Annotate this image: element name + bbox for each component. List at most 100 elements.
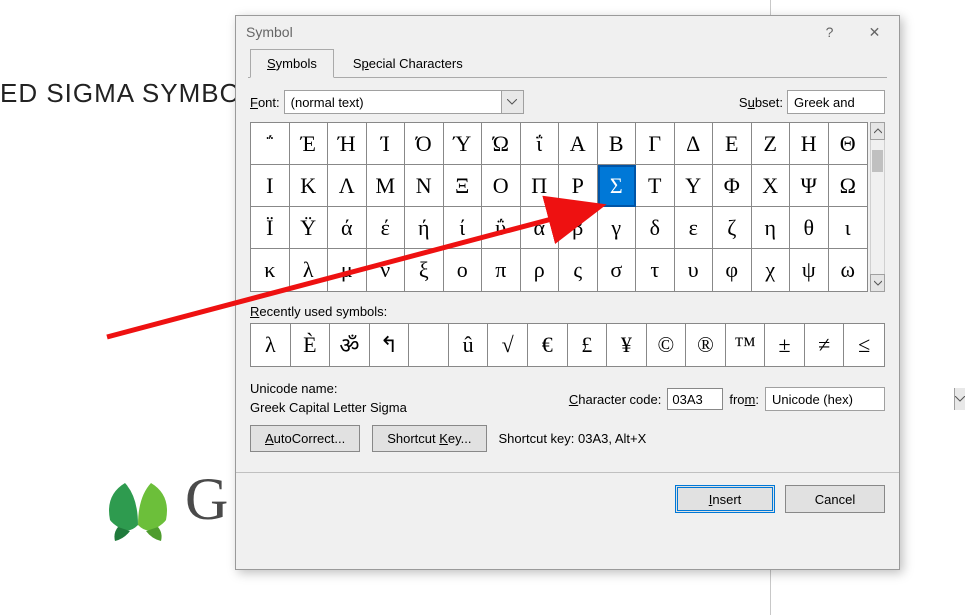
symbol-cell[interactable]: Ε — [713, 123, 752, 165]
symbol-cell[interactable]: Ύ — [444, 123, 483, 165]
tab-special-characters[interactable]: Special Characters — [336, 49, 480, 78]
symbol-cell[interactable]: ΰ — [482, 207, 521, 249]
symbol-cell[interactable]: ν — [367, 249, 406, 291]
symbol-cell[interactable]: υ — [675, 249, 714, 291]
symbol-cell[interactable]: Έ — [290, 123, 329, 165]
symbol-cell[interactable]: ι — [829, 207, 868, 249]
grid-scrollbar[interactable] — [870, 122, 885, 292]
symbol-cell[interactable]: ί — [444, 207, 483, 249]
autocorrect-button[interactable]: AutoCorrect... — [250, 425, 360, 452]
symbol-cell[interactable]: ψ — [790, 249, 829, 291]
symbol-cell[interactable]: η — [752, 207, 791, 249]
symbol-cell[interactable]: γ — [598, 207, 637, 249]
symbol-cell[interactable]: ω — [829, 249, 868, 291]
symbol-cell[interactable]: Χ — [752, 165, 791, 207]
symbol-cell[interactable]: Τ — [636, 165, 675, 207]
symbol-cell[interactable]: Ϋ — [290, 207, 329, 249]
symbol-cell[interactable]: Δ — [675, 123, 714, 165]
insert-button[interactable]: Insert — [675, 485, 775, 513]
symbol-cell[interactable]: Γ — [636, 123, 675, 165]
scroll-down-button[interactable] — [870, 274, 885, 292]
help-button[interactable]: ? — [807, 17, 852, 47]
recent-symbol-cell[interactable]: ≤ — [844, 324, 884, 366]
font-input[interactable] — [285, 91, 501, 113]
symbol-cell[interactable]: Ζ — [752, 123, 791, 165]
symbol-cell[interactable]: λ — [290, 249, 329, 291]
symbol-cell[interactable]: ή — [405, 207, 444, 249]
symbol-cell[interactable]: π — [482, 249, 521, 291]
symbol-cell[interactable]: Ϊ — [251, 207, 290, 249]
recent-symbol-cell[interactable]: ® — [686, 324, 726, 366]
symbol-cell[interactable]: Ψ — [790, 165, 829, 207]
symbol-cell[interactable]: Μ — [367, 165, 406, 207]
symbol-cell[interactable]: ζ — [713, 207, 752, 249]
from-input[interactable] — [766, 388, 954, 410]
recent-symbol-cell[interactable]: ॐ — [330, 324, 370, 366]
character-code-input[interactable] — [667, 388, 723, 410]
symbol-cell[interactable]: ρ — [521, 249, 560, 291]
subset-combo[interactable] — [787, 90, 885, 114]
shortcut-key-button[interactable]: Shortcut Key... — [372, 425, 486, 452]
symbol-cell[interactable]: Ω — [829, 165, 868, 207]
recent-symbol-cell[interactable]: û — [449, 324, 489, 366]
recent-symbol-cell[interactable]: λ — [251, 324, 291, 366]
symbol-cell[interactable]: ΅ — [251, 123, 290, 165]
symbol-cell[interactable]: β — [559, 207, 598, 249]
symbol-cell[interactable]: ά — [328, 207, 367, 249]
symbol-cell[interactable]: ΐ — [521, 123, 560, 165]
symbol-cell[interactable]: μ — [328, 249, 367, 291]
recent-symbol-cell[interactable]: £ — [568, 324, 608, 366]
symbol-cell[interactable]: Α — [559, 123, 598, 165]
close-button[interactable]: ✕ — [852, 17, 897, 47]
symbol-cell[interactable]: Ή — [328, 123, 367, 165]
symbol-cell[interactable]: Ί — [367, 123, 406, 165]
symbol-cell[interactable]: ε — [675, 207, 714, 249]
subset-input[interactable] — [788, 91, 966, 113]
symbol-cell[interactable]: Φ — [713, 165, 752, 207]
recent-symbol-cell[interactable]: È — [291, 324, 331, 366]
symbol-cell[interactable]: Σ — [598, 165, 637, 207]
symbol-cell[interactable]: Ι — [251, 165, 290, 207]
recent-symbol-cell[interactable] — [409, 324, 449, 366]
symbol-cell[interactable]: ς — [559, 249, 598, 291]
recent-symbol-cell[interactable]: ≠ — [805, 324, 845, 366]
recent-symbol-cell[interactable]: © — [647, 324, 687, 366]
title-bar[interactable]: Symbol ? ✕ — [236, 16, 899, 48]
recent-symbol-cell[interactable]: √ — [488, 324, 528, 366]
recent-symbol-cell[interactable]: ¥ — [607, 324, 647, 366]
scroll-up-button[interactable] — [870, 122, 885, 140]
symbol-cell[interactable]: α — [521, 207, 560, 249]
symbol-cell[interactable]: Θ — [829, 123, 868, 165]
symbol-cell[interactable]: θ — [790, 207, 829, 249]
recent-symbol-cell[interactable]: ™ — [726, 324, 766, 366]
symbol-cell[interactable]: Β — [598, 123, 637, 165]
symbol-cell[interactable]: Λ — [328, 165, 367, 207]
chevron-down-icon[interactable] — [501, 91, 523, 113]
symbol-cell[interactable]: χ — [752, 249, 791, 291]
symbol-cell[interactable]: Κ — [290, 165, 329, 207]
symbol-cell[interactable]: Υ — [675, 165, 714, 207]
symbol-cell[interactable]: Π — [521, 165, 560, 207]
font-combo[interactable] — [284, 90, 524, 114]
symbol-cell[interactable]: Ν — [405, 165, 444, 207]
chevron-down-icon[interactable] — [954, 388, 965, 410]
scroll-track[interactable] — [870, 140, 885, 274]
symbol-cell[interactable]: δ — [636, 207, 675, 249]
scroll-thumb[interactable] — [872, 150, 883, 172]
recent-symbol-cell[interactable]: € — [528, 324, 568, 366]
symbol-cell[interactable]: Ρ — [559, 165, 598, 207]
symbol-cell[interactable]: Ο — [482, 165, 521, 207]
symbol-cell[interactable]: ο — [444, 249, 483, 291]
symbol-cell[interactable]: σ — [598, 249, 637, 291]
symbol-cell[interactable]: Ξ — [444, 165, 483, 207]
recent-symbol-cell[interactable]: ± — [765, 324, 805, 366]
symbol-cell[interactable]: Ώ — [482, 123, 521, 165]
symbol-cell[interactable]: τ — [636, 249, 675, 291]
symbol-cell[interactable]: Ό — [405, 123, 444, 165]
symbol-cell[interactable]: φ — [713, 249, 752, 291]
from-combo[interactable] — [765, 387, 885, 411]
symbol-cell[interactable]: Η — [790, 123, 829, 165]
symbol-cell[interactable]: κ — [251, 249, 290, 291]
tab-symbols[interactable]: Symbols — [250, 49, 334, 78]
cancel-button[interactable]: Cancel — [785, 485, 885, 513]
